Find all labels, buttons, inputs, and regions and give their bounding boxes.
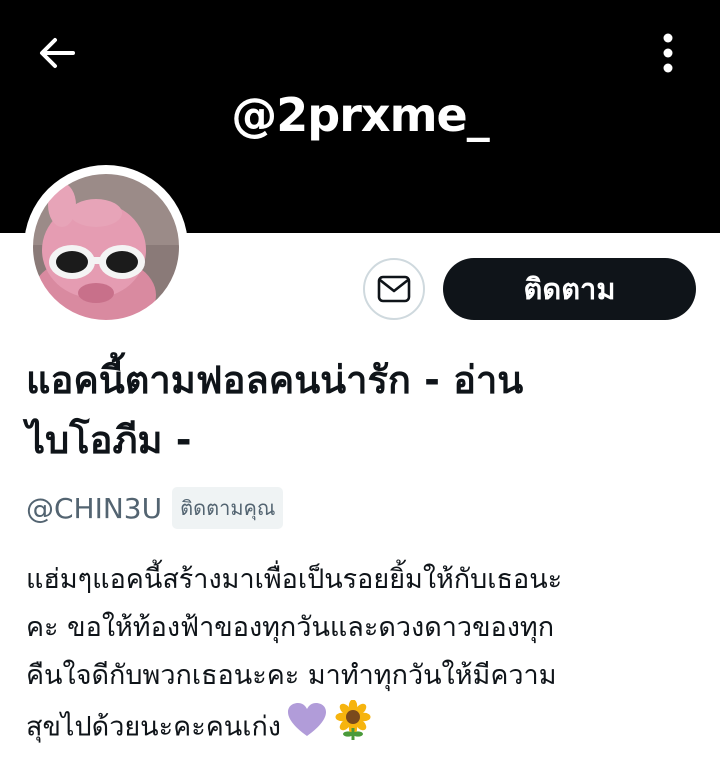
back-button[interactable] (30, 26, 84, 80)
banner-handle-text: @2prxme_ (231, 88, 489, 142)
bio-line-3: คืนใจดีกับพวกเธอนะคะ มาทำทุกวันให้มีความ (26, 660, 557, 691)
display-name-line-1: แอคนี้ตามฟอลคนน่ารัก - อ่าน (26, 358, 524, 402)
arrow-left-icon (40, 38, 75, 68)
bio-line-4: สุขไปด้วยนะคะคนเก่ง (26, 711, 281, 743)
follow-button[interactable]: ติดตาม (443, 258, 696, 320)
handle-row: @CHIN3U ติดตามคุณ (26, 487, 284, 529)
bio-line-2: คะ ขอให้ท้องฟ้าของทุกวันและดวงดาวของทุก (26, 612, 555, 643)
more-options-button[interactable] (646, 26, 690, 80)
profile-bio: แฮ่มๆแอคนี้สร้างมาเพื่อเป็นรอยยิ้มให้กับ… (26, 556, 706, 756)
avatar-image (27, 168, 185, 326)
profile-page: @2prxme_ ติดตาม แอคนี้ตามฟอลคนน่ารัก - อ… (0, 0, 720, 768)
envelope-icon (377, 275, 411, 303)
bio-line-4-wrapper: สุขไปด้วยนะคะคนเก่ง (26, 699, 706, 756)
message-button[interactable] (363, 258, 425, 320)
username-handle: @CHIN3U (26, 491, 163, 525)
bio-line-1: แฮ่มๆแอคนี้สร้างมาเพื่อเป็นรอยยิ้มให้กับ… (26, 564, 563, 595)
sunflower-icon (333, 699, 373, 756)
display-name: แอคนี้ตามฟอลคนน่ารัก - อ่าน ไบโอภีม - (26, 350, 698, 470)
display-name-line-2: ไบโอภีม - (26, 418, 192, 462)
avatar[interactable] (24, 165, 188, 329)
more-vertical-icon (663, 33, 673, 73)
follows-you-badge: ติดตามคุณ (172, 487, 284, 529)
purple-heart-icon (287, 702, 327, 754)
